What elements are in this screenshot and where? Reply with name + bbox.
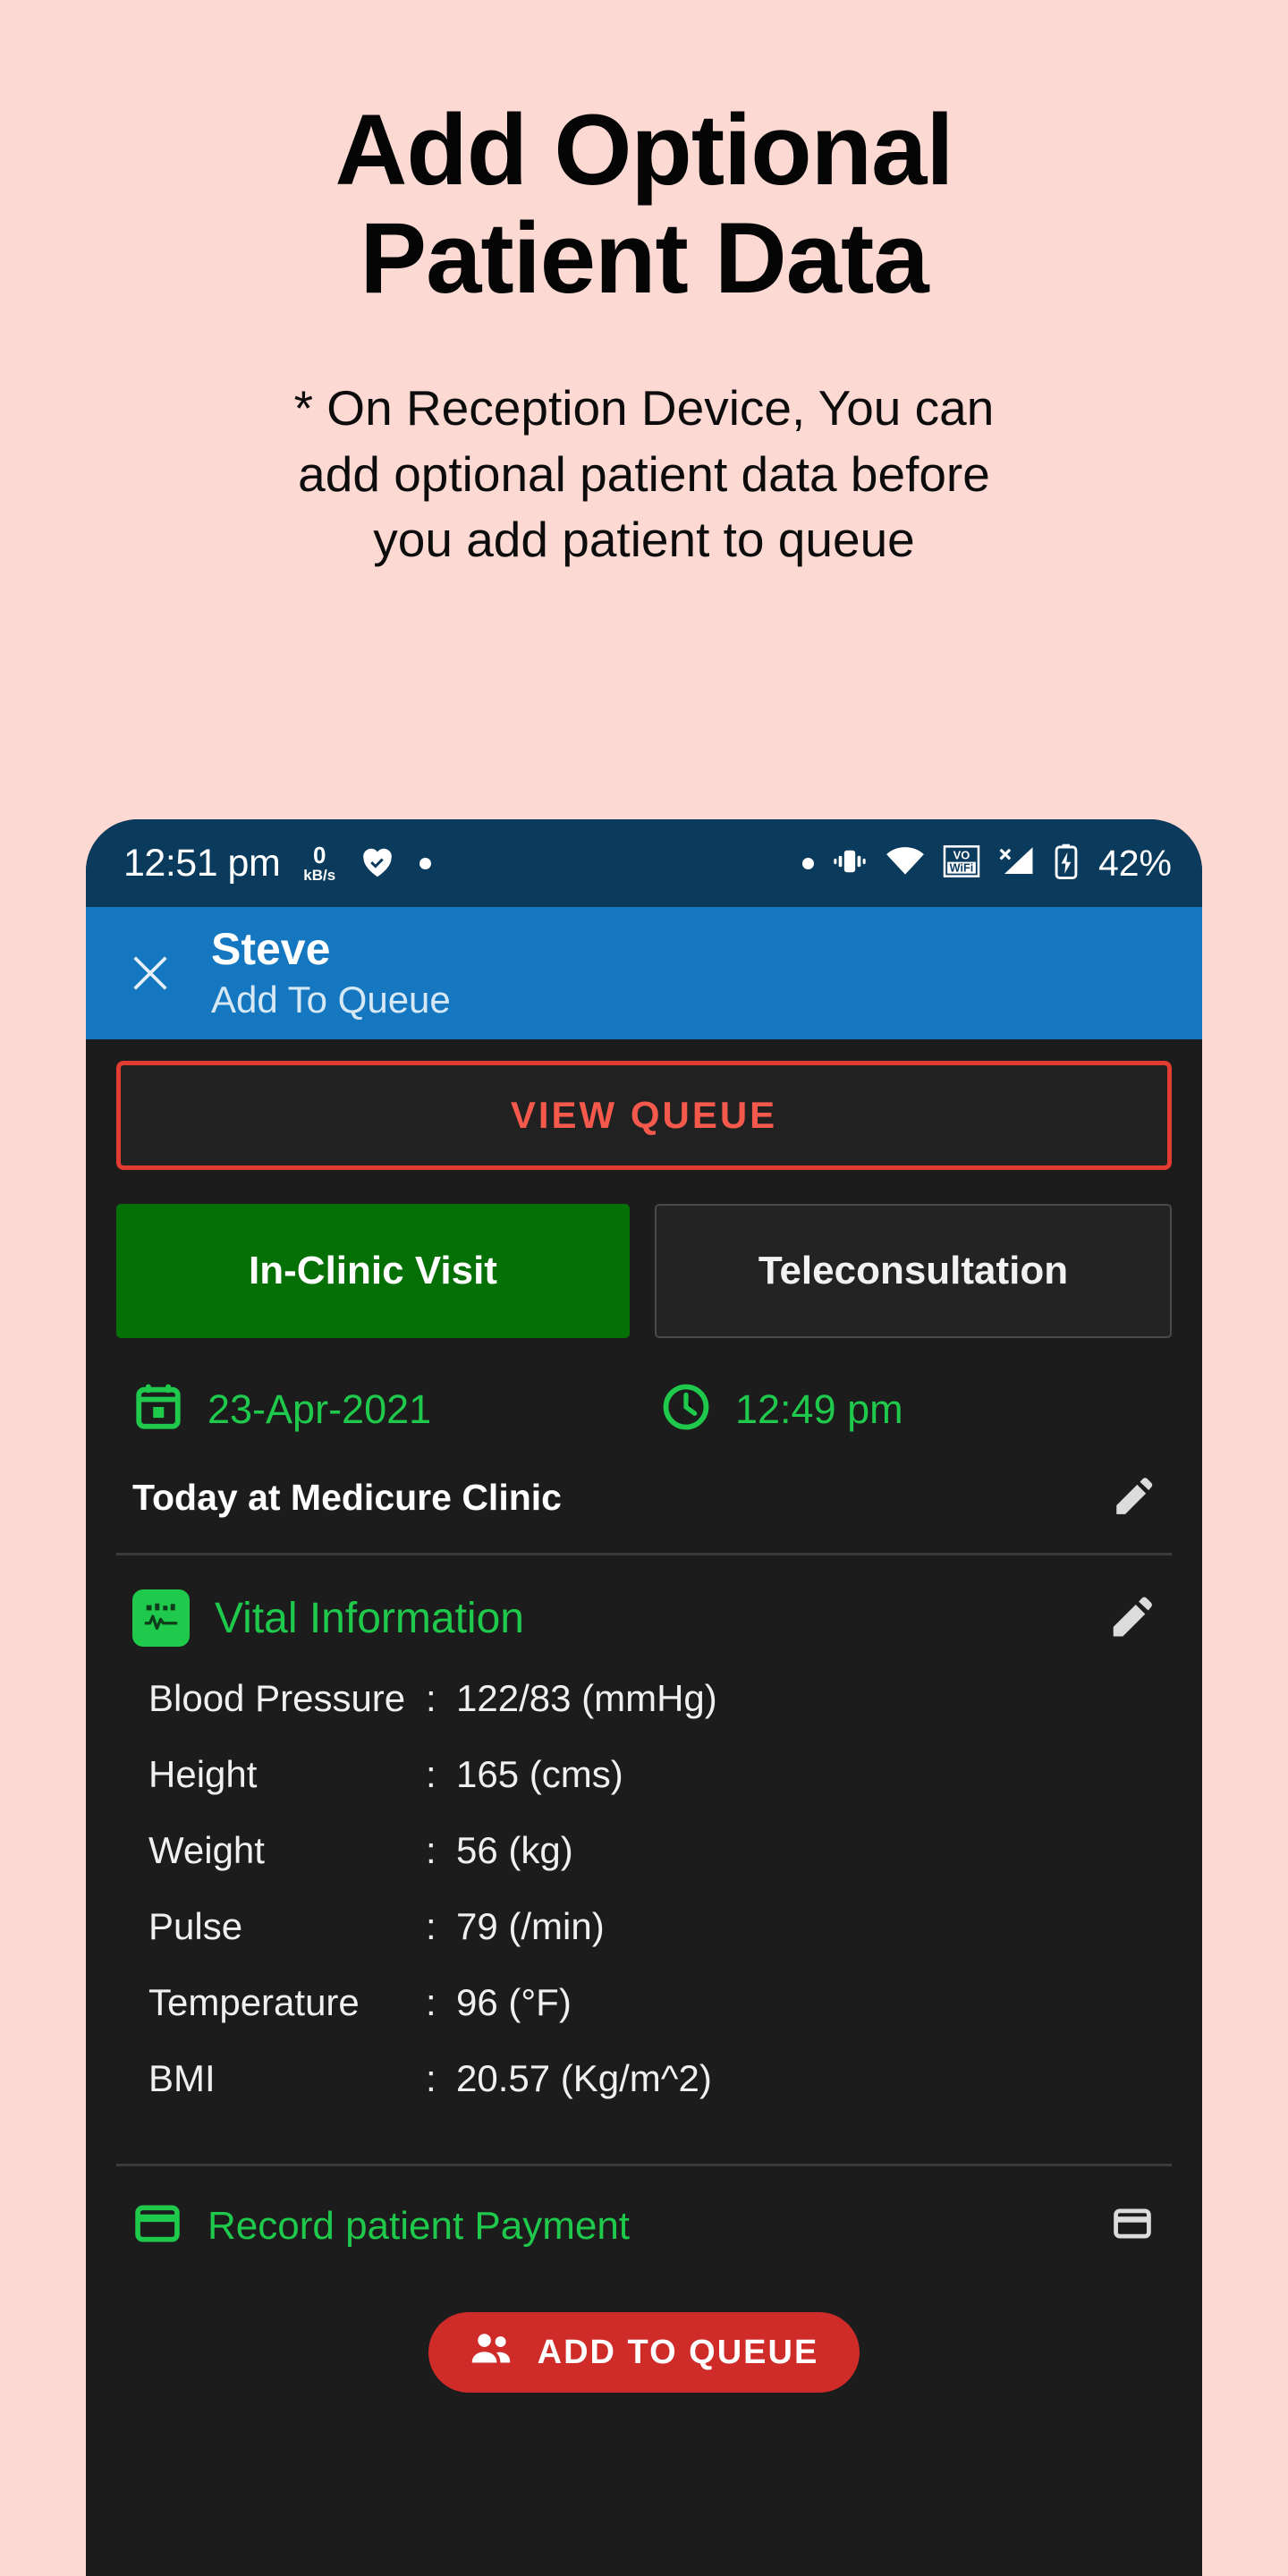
app-bar-titles: Steve Add To Queue	[211, 924, 451, 1022]
appointment-time-text: 12:49 pm	[735, 1385, 903, 1432]
clinic-label: Today at Medicure Clinic	[132, 1477, 562, 1518]
table-row: Weight : 56 (kg)	[148, 1829, 1172, 1905]
status-bar: 12:51 pm 0 kB/s VO WiFi 42%	[86, 819, 1202, 907]
vital-label: Height	[148, 1753, 258, 1795]
vital-label: BMI	[148, 2057, 216, 2099]
vital-label: Blood Pressure	[148, 1677, 406, 1719]
vital-separator: :	[426, 1677, 436, 1719]
battery-charging-icon	[1054, 843, 1079, 884]
vital-label: Weight	[148, 1829, 265, 1871]
vital-separator: :	[426, 2057, 436, 2099]
vital-separator: :	[426, 1753, 436, 1795]
close-button[interactable]	[122, 945, 179, 1002]
vital-value: 122/83 (mmHg)	[456, 1677, 717, 1719]
vital-value: 56 (kg)	[456, 1829, 573, 1871]
volte-wifi-icon: VO WiFi	[943, 844, 980, 883]
tab-teleconsultation[interactable]: Teleconsultation	[655, 1204, 1172, 1338]
svg-text:WiFi: WiFi	[950, 861, 974, 874]
network-speed-unit: kB/s	[303, 867, 336, 884]
clinic-row: Today at Medicure Clinic	[116, 1473, 1172, 1522]
network-speed-indicator: 0 kB/s	[303, 843, 335, 883]
vital-label: Temperature	[148, 1981, 360, 2023]
headline-line-2: Patient Data	[360, 201, 928, 314]
app-bar: Steve Add To Queue	[86, 907, 1202, 1039]
table-row: Temperature : 96 (°F)	[148, 1981, 1172, 2057]
vital-value: 96 (°F)	[456, 1981, 572, 2023]
edit-vitals-icon[interactable]	[1107, 1592, 1156, 1645]
vital-value: 79 (/min)	[456, 1905, 605, 1947]
appointment-date[interactable]: 23-Apr-2021	[132, 1381, 660, 1437]
page-subtitle: * On Reception Device, You can add optio…	[143, 376, 1145, 573]
vibrate-icon	[832, 846, 868, 881]
promo-graphic: Add Optional Patient Data * On Reception…	[0, 0, 1288, 2576]
view-queue-button[interactable]: VIEW QUEUE	[116, 1061, 1172, 1170]
subtitle-line-2: add optional patient data before	[298, 445, 990, 502]
vital-value: 20.57 (Kg/m^2)	[456, 2057, 712, 2099]
status-dot-icon	[801, 857, 814, 869]
heart-check-icon	[359, 844, 396, 883]
edit-clinic-icon[interactable]	[1111, 1473, 1156, 1522]
appointment-time[interactable]: 12:49 pm	[660, 1381, 903, 1437]
status-time: 12:51 pm	[123, 841, 281, 885]
people-icon	[470, 2329, 514, 2376]
record-payment-label: Record patient Payment	[208, 2203, 631, 2248]
vital-value: 165 (cms)	[456, 1753, 623, 1795]
appointment-date-text: 23-Apr-2021	[208, 1385, 432, 1432]
divider-vitals	[116, 2164, 1172, 2166]
status-bar-right: VO WiFi 42%	[801, 842, 1172, 885]
phone-mockup: 12:51 pm 0 kB/s VO WiFi 42% Steve Add To…	[86, 819, 1202, 2576]
add-to-queue-label: ADD TO QUEUE	[537, 2333, 819, 2371]
add-to-queue-button[interactable]: ADD TO QUEUE	[428, 2312, 860, 2393]
primary-action-area: ADD TO QUEUE	[116, 2312, 1172, 2393]
table-row: BMI : 20.57 (Kg/m^2)	[148, 2057, 1172, 2133]
credit-card-icon	[132, 2199, 182, 2253]
app-bar-subtitle: Add To Queue	[211, 978, 451, 1021]
svg-text:VO: VO	[953, 848, 970, 861]
appointment-datetime-row: 23-Apr-2021 12:49 pm	[116, 1381, 1172, 1437]
wifi-icon	[886, 846, 925, 881]
tab-in-clinic-visit[interactable]: In-Clinic Visit	[116, 1204, 630, 1338]
network-speed-value: 0	[313, 842, 326, 869]
table-row: Pulse : 79 (/min)	[148, 1905, 1172, 1981]
signal-off-icon	[998, 845, 1036, 882]
vital-separator: :	[426, 1981, 436, 2023]
record-payment-row[interactable]: Record patient Payment	[116, 2199, 1172, 2253]
table-row: Blood Pressure : 122/83 (mmHg)	[148, 1677, 1172, 1753]
table-row: Height : 165 (cms)	[148, 1753, 1172, 1829]
vital-separator: :	[426, 1905, 436, 1947]
vitals-list: Blood Pressure : 122/83 (mmHg) Height : …	[116, 1677, 1172, 2133]
subtitle-line-1: * On Reception Device, You can	[293, 379, 995, 436]
calendar-icon	[132, 1381, 184, 1437]
clock-icon	[660, 1381, 712, 1437]
screen-content: VIEW QUEUE In-Clinic Visit Teleconsultat…	[86, 1039, 1202, 2576]
vital-label: Pulse	[148, 1905, 243, 1947]
visit-type-tabs: In-Clinic Visit Teleconsultation	[116, 1204, 1172, 1338]
page-title: Add Optional Patient Data	[89, 94, 1199, 314]
notification-dot-icon	[419, 857, 432, 869]
vital-information-title: Vital Information	[215, 1594, 524, 1642]
vitals-monitor-icon	[132, 1589, 190, 1647]
patient-name: Steve	[211, 923, 331, 974]
subtitle-line-3: you add patient to queue	[373, 512, 915, 568]
headline-line-1: Add Optional	[335, 94, 953, 206]
vital-information-header: Vital Information	[116, 1589, 1172, 1647]
close-icon	[133, 956, 167, 990]
vital-separator: :	[426, 1829, 436, 1871]
divider-clinic	[116, 1553, 1172, 1555]
payment-card-icon[interactable]	[1109, 2200, 1156, 2251]
battery-percent: 42%	[1097, 842, 1172, 884]
status-bar-left: 12:51 pm 0 kB/s	[123, 841, 432, 886]
